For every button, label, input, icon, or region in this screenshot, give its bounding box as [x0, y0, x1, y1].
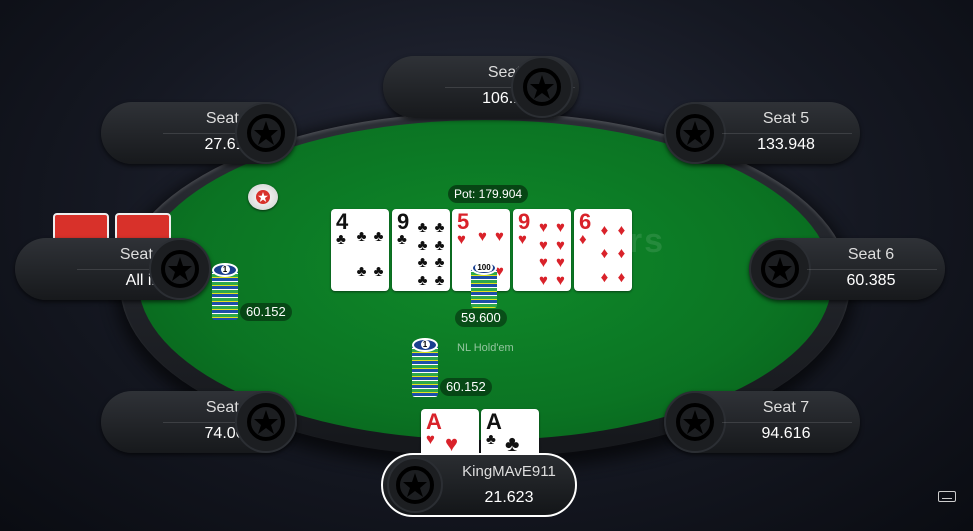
card-pip: ♣ [373, 263, 384, 280]
hero-name: KingMAvE911 [462, 463, 556, 480]
hero-stack: 21.623 [484, 489, 534, 506]
card-pip: ♥ [495, 228, 504, 245]
avatar[interactable] [149, 238, 211, 300]
seat2-chip-stack [212, 270, 238, 320]
card-pip: ♥ [539, 219, 548, 237]
card-pip: ♣ [434, 271, 445, 289]
card-pip: ♥ [556, 236, 565, 254]
seat-name: Seat 5 [762, 110, 810, 127]
seat-name: Seat 6 [847, 246, 895, 263]
card-pip: ♥ [556, 254, 565, 272]
chip-denomination: 100 [475, 263, 493, 272]
board-card: 9 ♣ ♣ ♣ ♣ ♣ ♣ ♣ ♣ ♣ [392, 209, 450, 291]
card-pip: ♣ [356, 263, 367, 280]
card-pip: ♣ [373, 228, 384, 245]
hero-bet: 60.152 [440, 378, 492, 396]
card-suit: ♣ [397, 231, 407, 248]
pokerstars-spade-icon [676, 403, 714, 441]
card-pip: ♥ [556, 219, 565, 237]
card-pip: ♦ [617, 268, 626, 286]
pokerstars-spade-icon [396, 466, 434, 504]
card-center-suit: ♣ [505, 431, 520, 453]
card-suit: ♣ [486, 431, 496, 448]
card-suit: ♦ [579, 231, 587, 248]
card-pip: ♥ [539, 271, 548, 289]
card-pip: ♦ [617, 222, 626, 240]
pokerstars-spade-icon [676, 114, 714, 152]
hero-seat[interactable]: KingMAvE911 21.623 [381, 453, 577, 517]
board-card: 6 ♦ ♦ ♦ ♦ ♦ ♦ ♦ [574, 209, 632, 291]
card-pip: ♣ [417, 254, 428, 272]
seat-divider [807, 269, 937, 270]
board-card: 4 ♣ ♣ ♣ ♣ ♣ [331, 209, 389, 291]
seat-stack: 60.385 [846, 272, 896, 289]
card-suit: ♥ [426, 431, 435, 448]
pokerstars-spade-icon [761, 250, 799, 288]
seat-3[interactable]: Seat 3 27.610 [101, 102, 297, 164]
card-pip: ♣ [417, 219, 428, 237]
seat-6[interactable]: Seat 6 60.385 [749, 238, 945, 300]
dealer-button [248, 184, 278, 210]
card-center-suit: ♥ [445, 431, 459, 453]
seat-2[interactable]: Seat 2 All in [15, 238, 211, 300]
avatar[interactable] [387, 457, 443, 513]
hero-card: A ♥ ♥ [421, 409, 479, 453]
avatar[interactable] [511, 56, 573, 118]
card-pip: ♦ [600, 222, 609, 240]
hero-chip-stack [412, 345, 438, 397]
chip-denomination: 1 [220, 265, 230, 274]
card-pip: ♣ [434, 236, 445, 254]
center-bet: 59.600 [455, 309, 507, 327]
seat-4[interactable]: Seat 4 106.125 [383, 56, 579, 118]
card-pip: ♦ [600, 245, 609, 263]
seat-5[interactable]: Seat 5 133.948 [664, 102, 860, 164]
card-suit: ♣ [336, 231, 346, 248]
center-chip-top: 100 [471, 261, 497, 275]
seat-7[interactable]: Seat 7 94.616 [664, 391, 860, 453]
card-pip: ♦ [617, 245, 626, 263]
card-suit: ♥ [457, 231, 466, 248]
seat2-bet: 60.152 [240, 303, 292, 321]
card-pip: ♣ [434, 219, 445, 237]
star-icon [256, 190, 270, 204]
pot-label: Pot: 179.904 [448, 185, 529, 203]
seat-1[interactable]: Seat 1 74.061 [101, 391, 297, 453]
card-pip: ♥ [539, 236, 548, 254]
card-pips: ♣ ♣ ♣ ♣ ♣ ♣ ♣ ♣ [414, 219, 448, 289]
seat2-chip-top: 1 [212, 263, 238, 277]
avatar[interactable] [235, 391, 297, 453]
keyboard-icon[interactable] [938, 491, 956, 502]
seat-name: Seat 7 [762, 399, 810, 416]
pokerstars-spade-icon [247, 114, 285, 152]
board-card: 9 ♥ ♥ ♥ ♥ ♥ ♥ ♥ ♥ ♥ [513, 209, 571, 291]
pokerstars-spade-icon [523, 68, 561, 106]
seat-divider [722, 133, 852, 134]
game-type-label: NL Hold'em [457, 342, 514, 354]
pokerstars-spade-icon [161, 250, 199, 288]
card-pip: ♣ [417, 271, 428, 289]
hero-card: A ♣ ♣ [481, 409, 539, 453]
card-pip: ♥ [539, 254, 548, 272]
hero-chip-top: 1 [412, 338, 438, 352]
card-pips: ♦ ♦ ♦ ♦ ♦ ♦ [596, 219, 630, 289]
pokerstars-spade-icon [247, 403, 285, 441]
seat-stack: 133.948 [757, 136, 815, 153]
card-pip: ♦ [600, 268, 609, 286]
card-pip: ♣ [434, 254, 445, 272]
card-suit: ♥ [518, 231, 527, 248]
seat-divider [722, 422, 852, 423]
chip-denomination: 1 [420, 340, 430, 349]
card-pips: ♣ ♣ ♣ ♣ [353, 219, 387, 289]
card-pip: ♣ [356, 228, 367, 245]
avatar[interactable] [235, 102, 297, 164]
card-pip: ♥ [556, 271, 565, 289]
card-pips: ♥ ♥ ♥ ♥ ♥ ♥ ♥ ♥ [535, 219, 569, 289]
card-pip: ♥ [478, 228, 487, 245]
card-pip: ♣ [417, 236, 428, 254]
seat-stack: 94.616 [761, 425, 811, 442]
